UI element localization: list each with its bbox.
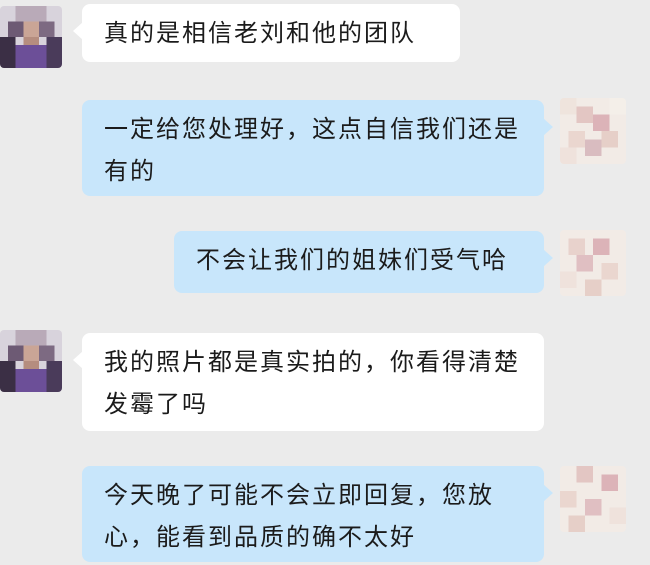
message-bubble-incoming[interactable]: 我的照片都是真实拍的，你看得清楚发霉了吗 — [73, 333, 544, 431]
agent-avatar[interactable] — [560, 230, 626, 296]
message-bubble-outgoing[interactable]: 今天晚了可能不会立即回复，您放心，能看到品质的确不太好 — [82, 466, 553, 562]
bubble-tail — [543, 249, 553, 267]
message-text: 不会让我们的姐妹们受气哈 — [196, 246, 508, 274]
bubble-tail — [73, 22, 83, 40]
message-text: 今天晚了可能不会立即回复，您放心，能看到品质的确不太好 — [104, 481, 494, 551]
agent-avatar[interactable] — [560, 98, 626, 164]
message-text: 真的是相信老刘和他的团队 — [104, 19, 416, 47]
message-text: 一定给您处理好，这点自信我们还是有的 — [104, 115, 520, 185]
message-text: 我的照片都是真实拍的，你看得清楚发霉了吗 — [104, 348, 520, 418]
message-bubble-outgoing[interactable]: 不会让我们的姐妹们受气哈 — [174, 231, 553, 293]
customer-avatar[interactable] — [0, 330, 62, 392]
bubble-tail — [543, 118, 553, 136]
chat-thread: 真的是相信老刘和他的团队 一定给您处理好，这点自信我们还是有的 不会让我们的姐妹… — [0, 0, 650, 565]
bubble-tail — [543, 484, 553, 502]
message-bubble-incoming[interactable]: 真的是相信老刘和他的团队 — [73, 4, 460, 62]
customer-avatar[interactable] — [0, 6, 62, 68]
message-bubble-outgoing[interactable]: 一定给您处理好，这点自信我们还是有的 — [82, 100, 553, 196]
agent-avatar[interactable] — [560, 466, 626, 532]
bubble-tail — [73, 351, 83, 369]
